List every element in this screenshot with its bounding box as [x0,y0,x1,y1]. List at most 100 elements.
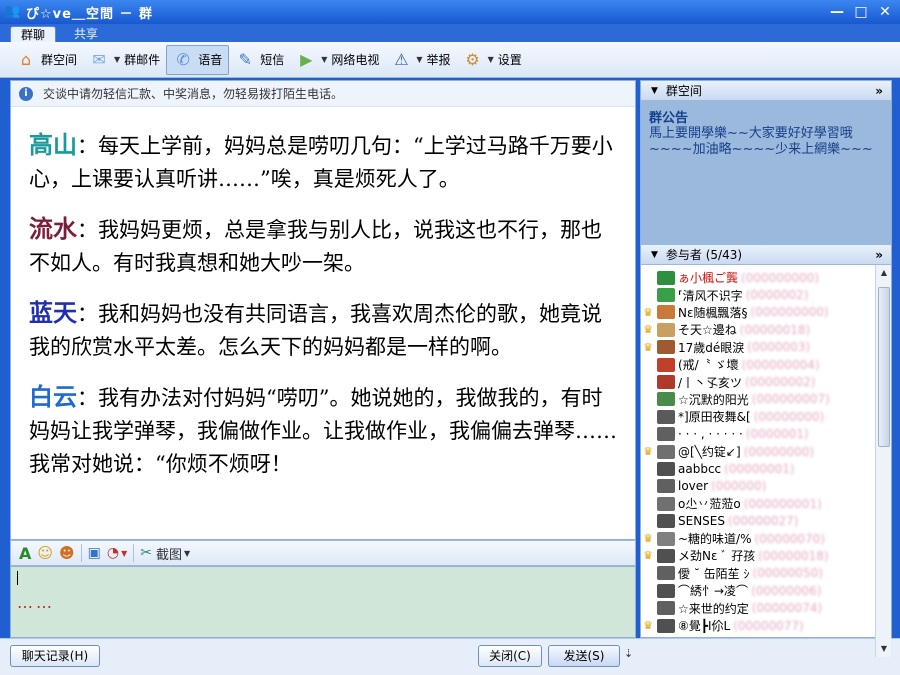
close-window-button[interactable]: ✕ [876,3,894,21]
member-row[interactable]: *]原田夜舞&[(00000000) [641,408,891,425]
chat-history-button[interactable]: 聊天记录(H) [10,645,100,667]
expand-icon[interactable]: » [875,84,883,98]
member-row[interactable]: o尐丷蒞蒞o (000000001) [641,495,891,512]
toolbar-item-report[interactable]: ⚠ ▼ 举报 [385,45,456,75]
window-controls: — □ ✕ [828,3,894,21]
crown-icon: ♛ [643,549,653,563]
screenshot-button[interactable]: ✂ 截图 ▼ [140,543,190,563]
member-row[interactable]: lover (000000) [641,478,891,495]
member-row[interactable]: · · · , · · · · · (0000001) [641,426,891,443]
member-row[interactable]: ♛ ⑧覺┣Ι伱L (00000077) [641,617,891,634]
member-id: (00000006) [751,583,822,598]
member-name: ⑧覺┣Ι伱L [678,619,731,633]
magic-face-icon[interactable]: ☻ [59,543,75,563]
group-space-icon: ⌂ [20,50,32,69]
member-row[interactable]: 僾 ˘ 缶陌苼 ｼ (00000050) [641,565,891,582]
member-row[interactable]: aabbcc (00000001) [641,460,891,477]
member-row[interactable]: (戒/〝 ゞ壞 (000000004) [641,356,891,373]
avatar [657,548,675,563]
collapse-icon: ▼ [651,85,658,96]
send-image-icon[interactable]: ▣ [88,543,101,563]
tab-share[interactable]: 共享 [64,26,108,42]
toolbar-item-group-space[interactable]: ⌂ 群空间 [10,45,83,75]
maximize-button[interactable]: □ [852,3,870,21]
member-name: *]原田夜舞&[ [678,410,751,425]
member-row[interactable]: ⸢清风不识字 (0000002) [641,286,891,303]
chevron-down-icon[interactable]: ▼ [488,55,494,64]
chevron-down-icon[interactable]: ▼ [416,55,422,64]
member-list[interactable]: ぁ小楓ご龔 (000000000) ⸢清风不识字 (0000002) ♛ Nε随楓飄落§(… [641,265,891,657]
member-name: SENSES [678,514,725,529]
send-options-icon[interactable]: ⇣ [624,647,633,660]
member-row[interactable]: /丨丶孓亥ツ (00000002) [641,373,891,390]
report-icon: ⚠ [394,50,409,69]
member-row[interactable]: ♛ Nε随楓飄落§ (000000000) [641,304,891,321]
scroll-thumb[interactable] [878,287,890,447]
toolbar-divider [80,544,82,562]
member-scrollbar[interactable]: ▲ ▼ [875,265,891,657]
member-id: (0000003) [747,340,811,355]
member-row[interactable]: ぁ小楓ご龔 (000000000) [641,269,891,286]
toolbar-item-mail[interactable]: ✉ ▼ 群邮件 [83,45,166,75]
member-row[interactable]: SENSES (00000027) [641,512,891,529]
crown-icon: ♛ [643,619,653,632]
announcement-text: 馬上要開學樂~~大家要好好學習哦~~~~加油略~~~~少来上網樂~~~ [649,126,873,157]
toolbar-item-voice[interactable]: ✆ 语音 [166,44,230,75]
chat-message: 白云：我有办法对付妈妈“唠叨”。她说她的，我做我的，有时妈妈让我学弹琴，我偏做作… [29,381,617,481]
toolbar-item-sms[interactable]: ✎ 短信 [229,45,290,75]
member-name: 僾 ˘ 缶陌苼 ｼ [678,566,750,581]
group-space-header[interactable]: ▼ 群空间 » [641,81,891,101]
toolbar-item-tv[interactable]: ▶ ▼ 网络电视 [290,45,385,75]
crown-icon: ♛ [643,340,653,354]
scroll-up-icon[interactable]: ▲ [876,265,891,281]
security-notice: i 交谈中请勿轻信汇款、中奖消息，勿轻易拨打陌生电话。 [11,81,635,107]
screenshot-label: 截图 [156,547,183,563]
member-name: Nε随楓飄落§ [678,305,748,320]
avatar [657,618,675,633]
member-id: (00000001) [724,461,795,476]
member-id: (00000018) [758,548,829,563]
chevron-down-icon[interactable]: ▼ [114,55,120,64]
scissors-icon: ✂ [140,545,153,561]
toolbar-item-label: 举报 [426,53,451,67]
member-id: (000000000) [741,270,820,285]
member-row[interactable]: ☆沉默的阳光 (000000007) [641,391,891,408]
emoji-icon[interactable]: ☺ [37,543,53,563]
minimize-button[interactable]: — [828,3,846,21]
avatar [657,601,675,616]
toolbar-item-label: 群空间 [41,53,78,67]
member-id: (00000077) [733,618,804,633]
group-app-icon: 👥 [4,4,21,19]
member-row[interactable]: ☆来世的约定 (00000074) [641,599,891,616]
chat-history[interactable]: i 交谈中请勿轻信汇款、中奖消息，勿轻易拨打陌生电话。 高山：每天上学前，妈妈总… [10,80,636,540]
scroll-down-icon[interactable]: ▼ [876,641,891,657]
member-row[interactable]: ♛ そ天☆邊ね (00000018) [641,321,891,338]
member-name: · · · , · · · · · [678,427,743,442]
draft-text: …… [17,593,55,612]
avatar [657,270,675,285]
chevron-down-icon[interactable]: ▼ [321,55,327,64]
chat-message: 高山：每天上学前，妈妈总是唠叨几句：“上学过马路千万要小心，上课要认真听讲……”… [29,129,617,196]
members-header[interactable]: ▼ 参与者 (5/43) » [641,245,891,265]
tab-group-chat[interactable]: 群聊 [10,26,57,42]
member-row[interactable]: ♛ メ劲Nε ﾞ 孖孩 (00000018) [641,547,891,564]
member-row[interactable]: ♛ 17歲dé眼淚 (0000003) [641,339,891,356]
window-title: ぴ☆ve＿空間 － 群 [26,6,153,22]
member-name: 17歲dé眼淚 [678,340,745,355]
mail-icon: ✉ [92,50,106,69]
toolbar-item-settings[interactable]: ⚙ ▼ 设置 [457,45,528,75]
member-row[interactable]: ♛ @[╲约锭↙] (00000000) [641,443,891,460]
shake-icon[interactable]: ◔ ▼ [107,543,127,563]
send-button[interactable]: 发送(S) [548,645,620,667]
avatar [657,444,675,459]
close-button[interactable]: 关闭(C) [478,645,542,667]
avatar [657,375,675,390]
message-speaker: 白云 [29,383,77,411]
member-row[interactable]: ♛ ~糖的味道/% (00000070) [641,530,891,547]
message-input[interactable]: …… [10,566,636,638]
members-title: 参与者 (5/43) [665,248,743,262]
avatar [657,496,675,511]
font-icon[interactable]: A [19,543,31,563]
expand-icon[interactable]: » [875,248,883,262]
member-row[interactable]: ⌒綉忄→凌⌒ (00000006) [641,582,891,599]
